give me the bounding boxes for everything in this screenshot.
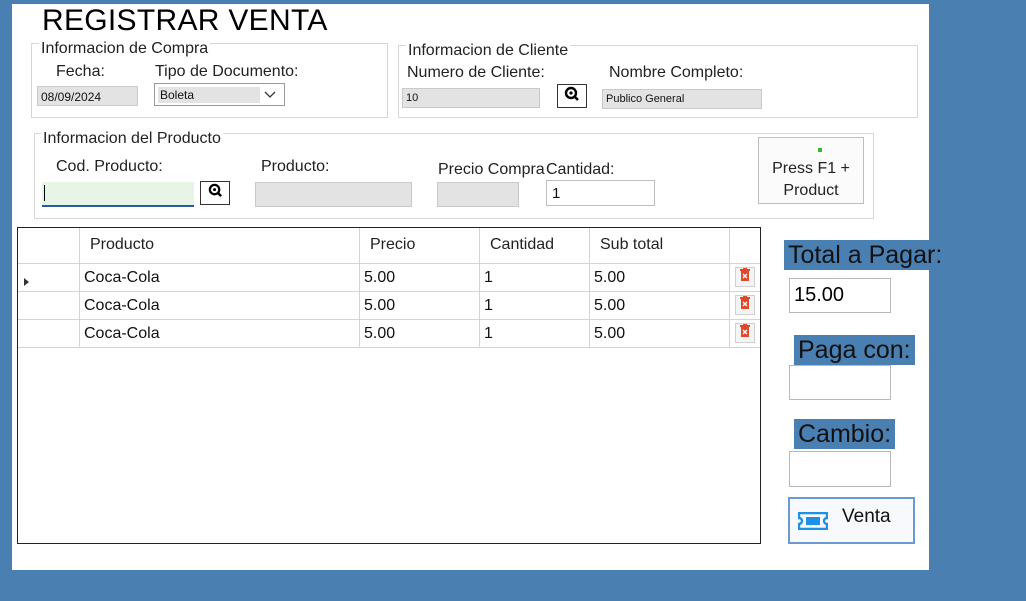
search-icon: [208, 183, 223, 203]
column-header-precio[interactable]: Precio: [360, 228, 480, 264]
trash-icon: [740, 324, 750, 342]
venta-button[interactable]: Venta: [788, 497, 915, 544]
nombre-completo-label: Nombre Completo:: [609, 64, 744, 81]
column-header-subtotal[interactable]: Sub total: [590, 228, 730, 264]
total-pagar-field[interactable]: 15.00: [789, 278, 891, 313]
table-row-producto[interactable]: Coca-Cola: [80, 292, 360, 320]
column-header-delete: [730, 228, 760, 264]
search-icon: [564, 86, 580, 107]
fecha-field[interactable]: 08/09/2024: [37, 86, 138, 106]
cambio-field[interactable]: [789, 451, 891, 487]
tipo-documento-value: Boleta: [158, 87, 260, 103]
delete-row-button[interactable]: [735, 267, 755, 287]
fecha-label: Fecha:: [56, 63, 105, 80]
producto-field[interactable]: [255, 182, 412, 207]
numero-cliente-field[interactable]: 10: [402, 88, 540, 108]
search-producto-button[interactable]: [200, 181, 230, 205]
table-row-precio[interactable]: 5.00: [360, 292, 480, 320]
table-row-producto[interactable]: Coca-Cola: [80, 320, 360, 348]
row-header[interactable]: [18, 292, 80, 320]
add-product-hint-line1: Press F1 +: [772, 160, 850, 177]
ticket-icon: [797, 511, 829, 535]
table-row-subtotal[interactable]: 5.00: [590, 292, 730, 320]
cantidad-label: Cantidad:: [546, 161, 615, 178]
table-row-cantidad[interactable]: 1: [480, 264, 590, 292]
venta-button-label: Venta: [842, 506, 891, 527]
precio-compra-label: Precio Compra: [438, 161, 545, 178]
table-row-precio[interactable]: 5.00: [360, 264, 480, 292]
nombre-completo-field[interactable]: Publico General: [602, 89, 762, 109]
cantidad-input[interactable]: 1: [546, 180, 655, 206]
column-header-producto[interactable]: Producto: [80, 228, 360, 264]
delete-row-button[interactable]: [735, 323, 755, 343]
current-row-arrow-icon: [24, 273, 30, 291]
cliente-legend: Informacion de Cliente: [406, 42, 571, 59]
delete-row-button[interactable]: [735, 295, 755, 315]
search-cliente-button[interactable]: [557, 84, 587, 108]
table-row-header-corner: [18, 228, 80, 264]
tipo-documento-select[interactable]: Boleta: [154, 83, 285, 106]
tipo-documento-label: Tipo de Documento:: [155, 63, 299, 80]
table-row-delete-cell: [730, 264, 760, 292]
producto-label: Producto:: [261, 158, 330, 175]
numero-cliente-label: Numero de Cliente:: [407, 64, 545, 81]
cambio-label: Cambio:: [794, 419, 896, 449]
producto-legend: Informacion del Producto: [41, 130, 223, 147]
cod-producto-input[interactable]: [42, 182, 194, 207]
chevron-down-icon: [264, 88, 276, 102]
page-title: REGISTRAR VENTA: [42, 4, 328, 37]
table-row-delete-cell: [730, 320, 760, 348]
paga-con-input[interactable]: [789, 365, 891, 400]
table-row-delete-cell: [730, 292, 760, 320]
column-header-cantidad[interactable]: Cantidad: [480, 228, 590, 264]
status-dot: [818, 148, 822, 152]
trash-icon: [740, 296, 750, 314]
table-row-producto[interactable]: Coca-Cola: [80, 264, 360, 292]
text-cursor: [44, 185, 45, 201]
table-row-precio[interactable]: 5.00: [360, 320, 480, 348]
paga-con-label: Paga con:: [794, 335, 915, 365]
compra-legend: Informacion de Compra: [39, 40, 211, 57]
sales-table[interactable]: Producto Precio Cantidad Sub total Coca-…: [17, 227, 761, 544]
add-product-button[interactable]: Press F1 + Product: [758, 137, 864, 204]
table-row-cantidad[interactable]: 1: [480, 320, 590, 348]
table-row-subtotal[interactable]: 5.00: [590, 264, 730, 292]
row-header[interactable]: [18, 320, 80, 348]
precio-compra-field[interactable]: [437, 182, 519, 207]
trash-icon: [740, 268, 750, 286]
cod-producto-label: Cod. Producto:: [56, 158, 163, 175]
row-header[interactable]: [18, 264, 80, 292]
table-row-cantidad[interactable]: 1: [480, 292, 590, 320]
add-product-hint-line2: Product: [783, 182, 839, 199]
total-pagar-label: Total a Pagar:: [784, 240, 947, 270]
table-row-subtotal[interactable]: 5.00: [590, 320, 730, 348]
